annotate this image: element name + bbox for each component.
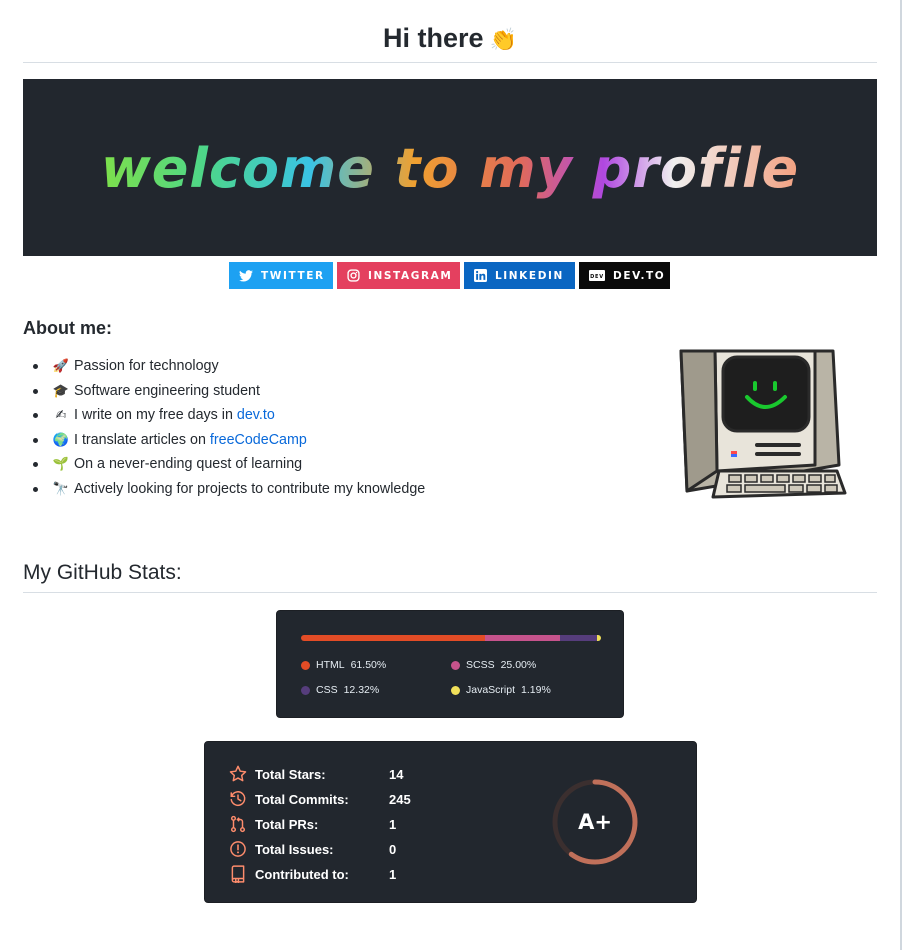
twitter-label: TWITTER [261,269,325,282]
twitter-icon [239,269,253,282]
lang-item-javascript: JavaScript 1.19% [451,684,551,696]
list-item: ✍ I write on my free days in dev.to [33,403,425,428]
clapping-hands-icon: 👏 [489,27,517,52]
about-item-text: Software engineering student [74,382,260,399]
lang-item-css: CSS 12.32% [301,684,379,696]
stat-row-prs: Total PRs: 1 [229,815,396,833]
lang-pct: 12.32% [343,684,380,696]
svg-text:DEV: DEV [590,274,604,280]
devto-icon: DEV [589,270,605,281]
stat-label: Total Commits: [255,791,349,807]
lang-name: JavaScript [466,684,516,696]
graduation-cap-icon: 🎓 [52,382,70,398]
lang-item-html: HTML 61.50% [301,659,386,671]
page-title: Hi there 👏 [23,20,877,58]
linkedin-icon [474,269,487,282]
lang-pct: 61.50% [350,659,387,671]
stat-row-contributed: Contributed to: 1 [229,865,396,883]
about-item-text: Passion for technology [74,358,219,374]
list-item: 🔭 Actively looking for projects to contri… [33,477,425,502]
about-heading: About me: [23,318,112,338]
instagram-icon [347,269,360,282]
devto-link[interactable]: dev.to [237,407,275,423]
stat-row-issues: Total Issues: 0 [229,840,396,858]
welcome-banner: welcome to my profile [23,79,877,256]
stat-value: 1 [389,866,397,882]
html-dot [301,660,310,670]
instagram-label: INSTAGRAM [368,269,453,282]
lang-bar-segment [597,635,601,641]
freecodecamp-link[interactable]: freeCodeCamp [210,432,307,448]
smiling-computer-illustration [673,345,849,505]
social-badges: TWITTER INSTAGRAM LINKEDIN DEV DEV.TO [229,262,670,289]
linkedin-label: LINKEDIN [495,269,564,282]
lang-name: SCSS [466,659,495,671]
title-divider [23,62,877,63]
stat-row-stars: Total Stars: 14 [229,765,403,783]
stat-value: 0 [389,841,397,857]
star-icon [229,765,247,782]
banner-text: welcome to my profile [101,137,799,200]
seedling-icon: 🌱 [52,456,70,471]
language-progress-bar [301,635,601,641]
stat-label: Total Stars: [255,766,326,782]
rocket-icon: 🚀 [52,358,70,373]
about-item-text: Actively looking for projects to contrib… [74,480,426,497]
stat-value: 245 [389,791,411,807]
stat-label: Total PRs: [255,816,319,832]
stat-label: Contributed to: [255,866,349,882]
rank-circle: A+ [550,777,640,872]
stats-heading: My GitHub Stats: [23,561,182,584]
writing-hand-icon: ✍ [55,407,67,422]
instagram-badge[interactable]: INSTAGRAM [337,262,460,289]
title-text: Hi there [383,23,484,53]
github-stats-card: Total Stars: 14 Total Commits: 245 Total P… [204,741,697,903]
list-item: 🚀 Passion for technology [33,354,425,379]
css-dot [301,685,310,695]
lang-pct: 1.19% [521,684,551,696]
stat-label: Total Issues: [255,841,334,857]
lang-pct: 25.00% [500,659,537,671]
scss-dot [451,660,460,670]
lang-bar-segment [560,635,598,641]
twitter-badge[interactable]: TWITTER [229,262,333,289]
devto-badge[interactable]: DEV DEV.TO [579,262,670,289]
about-item-text: I write on my free days in [74,407,237,423]
about-item-text: On a never-ending quest of learning [74,456,303,472]
top-languages-card: HTML 61.50% SCSS 25.00% CSS 12.32% JavaScri… [276,610,624,718]
globe-icon: 🌍 [52,431,70,447]
stat-value: 14 [389,766,404,782]
lang-bar-segment [485,635,561,641]
lang-name: CSS [316,684,338,696]
pull-request-icon [230,815,246,833]
lang-bar-segment [301,635,486,641]
history-icon [230,791,246,806]
javascript-dot [451,685,460,695]
list-item: 🌱 On a never-ending quest of learning [33,452,425,477]
stat-value: 1 [389,816,397,832]
list-item: 🎓 Software engineering student [33,379,425,404]
rank-grade: A+ [578,810,612,834]
linkedin-badge[interactable]: LINKEDIN [464,262,575,289]
telescope-icon: 🔭 [52,480,70,496]
issue-icon [230,841,246,857]
list-item: 🌍 I translate articles on freeCodeCamp [33,428,425,453]
lang-item-scss: SCSS 25.00% [451,659,536,671]
about-list: 🚀 Passion for technology 🎓 Software engine… [33,354,425,501]
stats-divider [23,592,877,593]
devto-label: DEV.TO [613,269,666,282]
lang-name: HTML [316,659,345,671]
stat-row-commits: Total Commits: 245 [229,790,411,808]
repo-icon [231,865,245,883]
about-item-text: I translate articles on [74,431,210,448]
